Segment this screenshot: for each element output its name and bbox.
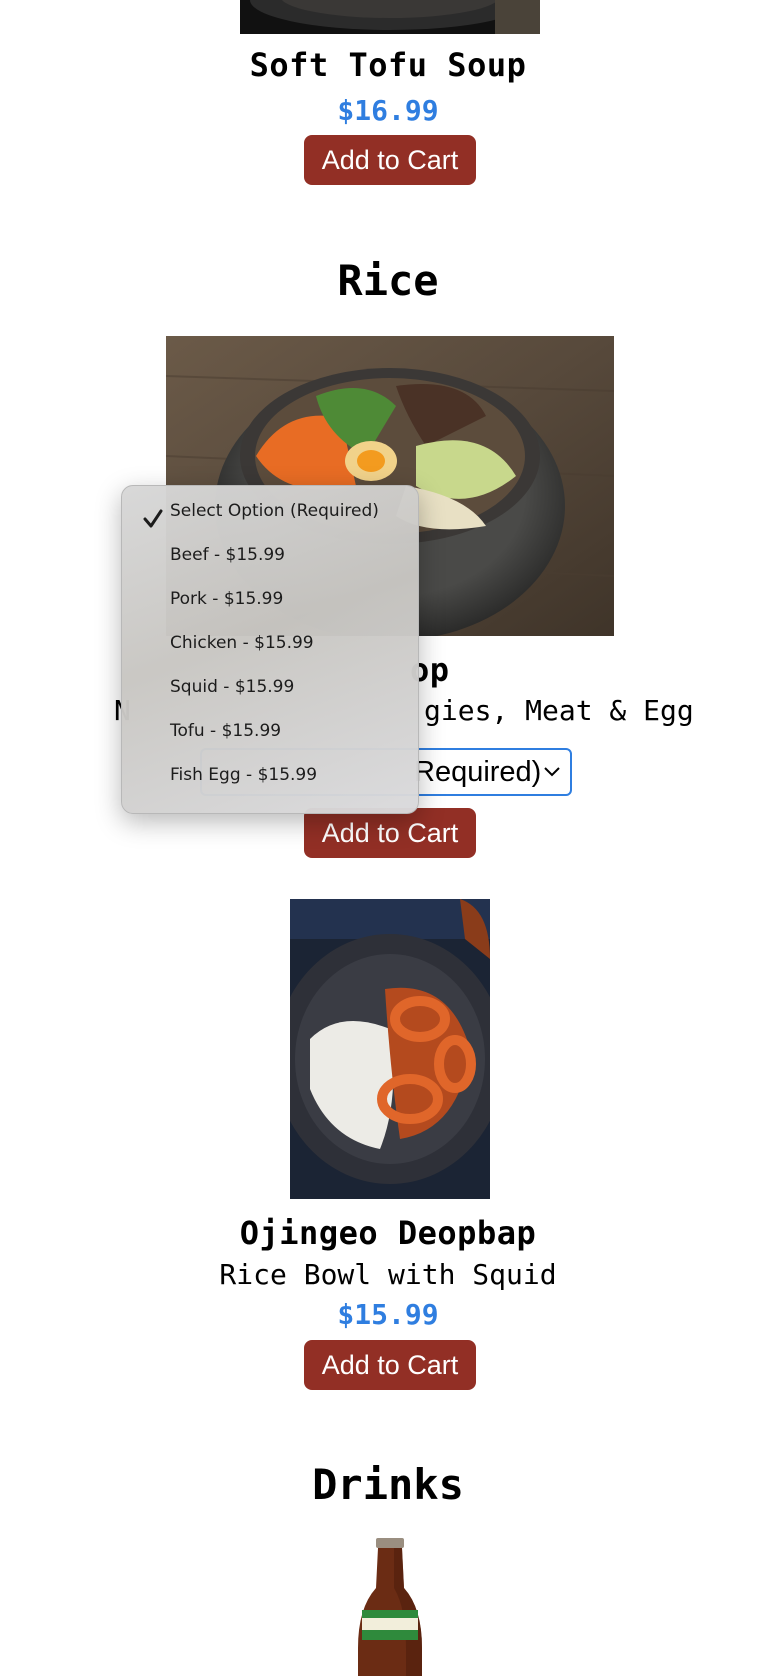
soft-tofu-soup-image [240, 0, 540, 34]
option-dropdown-menu: Select Option (Required) Beef - $15.99 P… [121, 485, 419, 814]
beer-bottle-image [350, 1538, 430, 1676]
checkmark-icon [143, 509, 163, 528]
bibimbap-add-to-cart-button[interactable]: Add to Cart [304, 808, 476, 858]
ojingeo-deopbap-image [290, 899, 490, 1199]
dropdown-option-tofu[interactable]: Tofu - $15.99 [170, 721, 281, 741]
dropdown-option-fish-egg[interactable]: Fish Egg - $15.99 [170, 765, 317, 785]
dropdown-option-select[interactable]: Select Option (Required) [170, 501, 379, 521]
drinks-section-title: Drinks [312, 1460, 464, 1509]
dropdown-option-chicken[interactable]: Chicken - $15.99 [170, 633, 314, 653]
dropdown-option-beef[interactable]: Beef - $15.99 [170, 545, 285, 565]
rice-section-title: Rice [337, 256, 439, 305]
bibimbap-desc-right: gies, Meat & Egg [424, 694, 694, 727]
select-value-partial: Required) [414, 756, 542, 788]
ojingeo-add-to-cart-button[interactable]: Add to Cart [304, 1340, 476, 1390]
soup-add-to-cart-button[interactable]: Add to Cart [304, 135, 476, 185]
chevron-down-icon [544, 767, 560, 777]
ojingeo-deopbap-desc: Rice Bowl with Squid [219, 1258, 557, 1291]
ojingeo-deopbap-name: Ojingeo Deopbap [239, 1214, 537, 1252]
dropdown-option-pork[interactable]: Pork - $15.99 [170, 589, 283, 609]
bibimbap-name-partial: op [410, 651, 450, 689]
soup-item-name: Soft Tofu Soup [249, 46, 527, 84]
soup-item-price: $16.99 [337, 94, 439, 127]
dropdown-option-squid[interactable]: Squid - $15.99 [170, 677, 294, 697]
menu-page: Soft Tofu Soup $16.99 Add to Cart Rice o… [0, 0, 776, 1676]
ojingeo-deopbap-price: $15.99 [337, 1298, 439, 1331]
